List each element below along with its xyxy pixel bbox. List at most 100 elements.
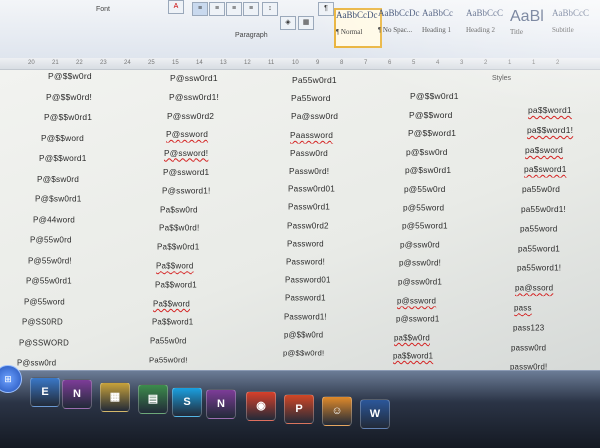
password-entry: Pa55w0rd1 xyxy=(292,75,337,85)
password-entry: Passw0rd! xyxy=(289,166,330,176)
line-spacing-button[interactable]: ↕ xyxy=(262,2,278,16)
style-name: Subtitle xyxy=(552,26,574,34)
password-entry: p@ssw0rd! xyxy=(399,258,442,268)
password-entry: p@55w0rd xyxy=(404,184,446,194)
password-entry: p@$$w0rd xyxy=(283,329,323,339)
style-sample: AaBl xyxy=(510,8,544,25)
taskbar-app-3-icon[interactable]: ▤ xyxy=(138,384,168,415)
ruler-tick: 9 xyxy=(316,60,320,66)
style-heading-1[interactable]: AaBbCc Heading 1 xyxy=(422,8,466,44)
justify-button[interactable]: ≡ xyxy=(243,2,259,16)
password-entry: p@55word1 xyxy=(401,221,448,231)
taskbar-app-5-icon[interactable]: N xyxy=(206,389,236,419)
password-entry: P@55word xyxy=(23,296,65,306)
password-entry: P@55w0rd1 xyxy=(26,276,72,286)
ruler-tick: 8 xyxy=(340,60,344,66)
password-entry: P@44word xyxy=(32,214,75,225)
password-entry: Pa$$word xyxy=(153,298,191,308)
align-right-button[interactable]: ≡ xyxy=(226,2,242,16)
password-entry: p@$sw0rd1 xyxy=(405,165,452,176)
taskbar-app-4-icon[interactable]: S xyxy=(172,386,202,417)
style-subtitle[interactable]: AaBbCcC Subtitle xyxy=(552,8,596,44)
password-entry: Passw0rd2 xyxy=(287,220,329,231)
taskbar-app-8-icon[interactable]: ☺ xyxy=(322,396,352,427)
password-entry: P@$$word xyxy=(41,132,85,143)
password-entry: P@$$w0rd xyxy=(48,71,92,81)
style-heading-2[interactable]: AaBbCcC Heading 2 xyxy=(466,8,510,44)
ruler-tick: 11 xyxy=(268,60,275,66)
password-entry: pa55word xyxy=(519,223,558,234)
password-entry: Passw0rd1 xyxy=(287,202,330,212)
ruler-tick: 4 xyxy=(436,60,440,66)
password-entry: Passw0rd xyxy=(289,147,328,158)
password-entry: Password1! xyxy=(284,311,327,321)
screen: Font Paragraph Styles ≡ ≡ ≡ ≡ ↕ ◈ ▦ A ¶ … xyxy=(0,0,600,448)
password-entry: Pa55w0rd! xyxy=(149,355,188,365)
password-entry: pa$$word1! xyxy=(526,124,573,135)
ruler-tick: 2 xyxy=(484,60,488,66)
password-entry: passw0rd xyxy=(511,342,547,352)
password-entry: P@ssw0rd2 xyxy=(167,110,215,121)
shading-button[interactable]: ◈ xyxy=(280,16,296,30)
taskbar-app-9-icon[interactable]: W xyxy=(360,398,390,429)
ruler-tick: 10 xyxy=(292,60,299,66)
taskbar-app-2-icon[interactable]: ▦ xyxy=(100,381,130,412)
password-entry: pa$$word1 xyxy=(393,351,434,361)
style-normal[interactable]: AaBbCcDc ¶ Normal xyxy=(334,8,382,48)
password-entry: p@ssw0rd xyxy=(400,239,441,250)
style-name: Title xyxy=(510,28,523,36)
password-entry: Pa55word xyxy=(291,93,332,104)
style-name: Heading 1 xyxy=(422,26,451,34)
password-entry: P@$$word1 xyxy=(407,128,456,139)
align-left-button[interactable]: ≡ xyxy=(192,2,208,16)
taskbar-app-1-icon[interactable]: N xyxy=(62,379,92,410)
taskbar-app-6-icon[interactable]: ◉ xyxy=(246,391,276,422)
ruler-tick: 15 xyxy=(172,60,179,66)
style-name: ¶ No Spac... xyxy=(378,26,413,34)
password-entry: pa$$word1 xyxy=(528,105,572,115)
taskbar: ⊞ E N ▦ ▤ S N ◉ P ☺ W xyxy=(0,365,600,448)
password-entry: Password! xyxy=(286,257,325,267)
password-entry: pa$sword1 xyxy=(523,164,567,175)
show-marks-button[interactable]: ¶ xyxy=(318,2,334,16)
ruler-tick: 5 xyxy=(412,60,416,66)
ruler-tick: 3 xyxy=(460,60,464,66)
password-entry: Pa$$w0rd! xyxy=(158,223,200,233)
start-button[interactable]: ⊞ xyxy=(0,365,22,393)
password-entry: P@ssword xyxy=(165,129,208,140)
ruler-tick: 22 xyxy=(76,60,83,66)
password-entry: Pa$$word1 xyxy=(154,279,197,290)
ruler-tick: 1 xyxy=(532,60,536,66)
ruler-tick: 2 xyxy=(556,60,560,66)
password-entry: P@$sw0rd xyxy=(37,173,80,184)
password-entry: p@55word xyxy=(402,202,445,213)
password-entry: P@SS0RD xyxy=(21,317,63,327)
password-entry: Paassword xyxy=(290,129,334,140)
password-entry: Password01 xyxy=(285,275,331,285)
password-entry: Pa@ssw0rd xyxy=(290,111,338,122)
document-page[interactable]: P@$$w0rd P@$$w0rd! P@$$w0rd1 P@$$word P@$$wo… xyxy=(0,69,600,411)
password-entry: Password1 xyxy=(284,293,326,303)
style-sample: AaBbCcC xyxy=(552,8,589,18)
ruler-tick: 1 xyxy=(508,60,512,66)
style-no-spacing[interactable]: AaBbCcDc ¶ No Spac... xyxy=(378,8,422,44)
taskbar-app-0-icon[interactable]: E xyxy=(30,377,60,407)
style-title[interactable]: AaBl Title xyxy=(510,8,554,44)
password-entry: pa55w0rd1! xyxy=(521,204,567,214)
ribbon: Font Paragraph Styles ≡ ≡ ≡ ≡ ↕ ◈ ▦ A ¶ … xyxy=(0,0,600,82)
password-entry: Pa$sw0rd xyxy=(160,204,198,215)
align-center-button[interactable]: ≡ xyxy=(209,2,225,16)
password-entry: P@$$w0rd1 xyxy=(43,112,92,122)
borders-button[interactable]: ▦ xyxy=(298,16,314,30)
font-color-button[interactable]: A xyxy=(168,0,184,14)
password-entry: P@ssword! xyxy=(164,148,209,158)
ruler-tick: 23 xyxy=(100,60,107,66)
ruler-tick: 7 xyxy=(364,60,368,66)
password-entry: p@$sw0rd xyxy=(406,146,448,157)
password-entry: p@$$w0rd! xyxy=(283,348,325,358)
password-entry: P@ssword1 xyxy=(163,167,210,177)
password-entry: Passw0rd01 xyxy=(288,184,336,194)
password-entry: pass123 xyxy=(512,322,544,333)
taskbar-app-7-icon[interactable]: P xyxy=(284,393,314,424)
ruler-tick: 24 xyxy=(124,60,131,66)
